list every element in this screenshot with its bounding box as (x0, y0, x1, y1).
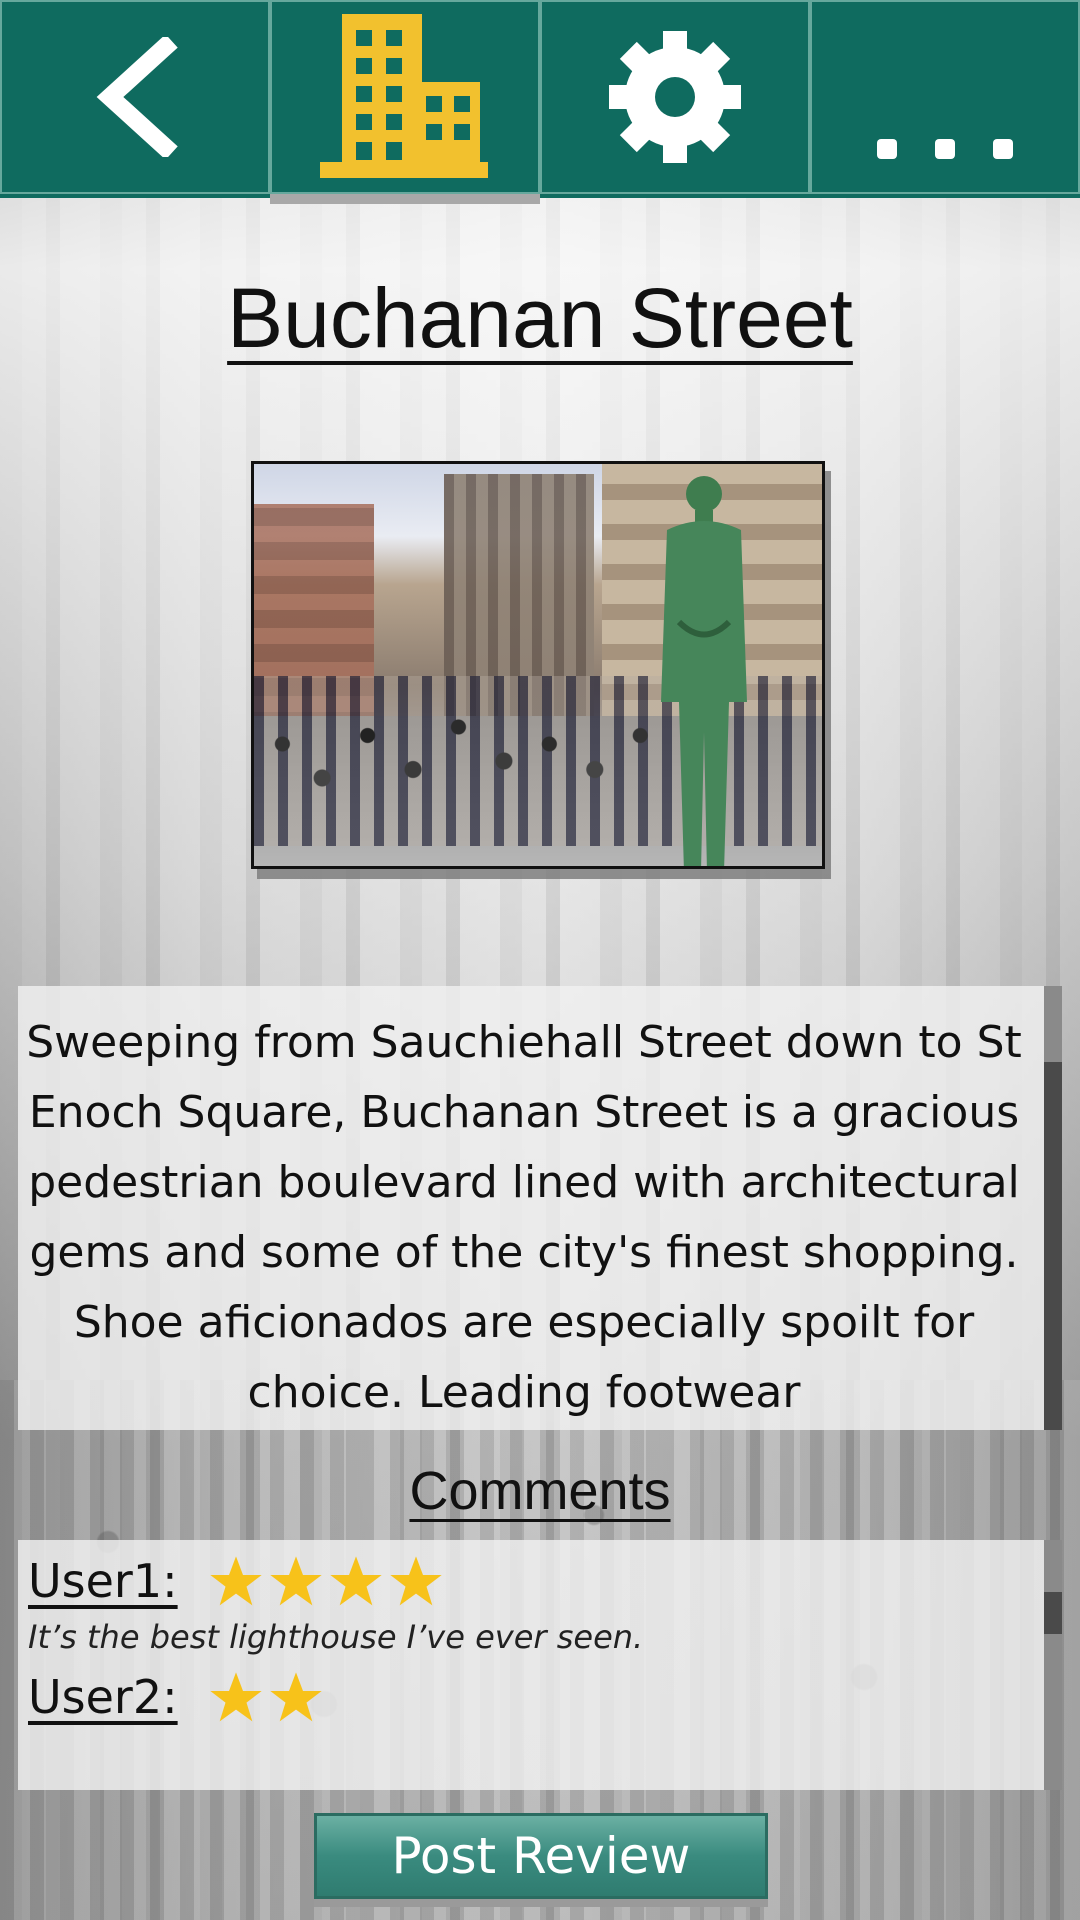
comment-item: User2: (18, 1656, 1062, 1776)
star-icon (330, 1556, 382, 1606)
comment-user[interactable]: User2: (28, 1670, 178, 1724)
comment-user[interactable]: User1: (28, 1554, 178, 1608)
more-dots-icon (877, 139, 1013, 159)
comments-heading: Comments (409, 1461, 671, 1521)
star-icon (210, 1556, 262, 1606)
building-icon (320, 14, 488, 178)
description-scrollbar[interactable] (1044, 986, 1062, 1430)
description-panel[interactable]: Sweeping from Sauchiehall Street down to… (18, 986, 1062, 1430)
star-icon (390, 1556, 442, 1606)
place-photo (251, 461, 825, 869)
more-tab[interactable] (810, 0, 1080, 194)
star-icon (210, 1672, 262, 1722)
comment-text: It’s the best lighthouse I’ve ever seen. (28, 1618, 644, 1656)
photo-statue (661, 476, 747, 866)
rating-stars (208, 1554, 444, 1610)
description-text: Sweeping from Sauchiehall Street down to… (26, 1017, 1022, 1418)
comments-panel[interactable]: User1: It’s the best lighthouse I’ve eve… (18, 1540, 1062, 1790)
comment-item: User1: It’s the best lighthouse I’ve eve… (18, 1540, 1062, 1656)
comments-scrollbar[interactable] (1044, 1540, 1062, 1790)
description-scrollbar-thumb[interactable] (1044, 1062, 1062, 1430)
star-icon (270, 1672, 322, 1722)
page-title-wrap: Buchanan Street (0, 270, 1080, 367)
buildings-tab[interactable] (270, 0, 540, 204)
post-review-button[interactable]: Post Review (314, 1813, 768, 1899)
gear-icon (609, 31, 741, 163)
back-tab[interactable] (0, 0, 270, 194)
comments-scrollbar-thumb[interactable] (1044, 1592, 1062, 1634)
back-arrow-icon (96, 37, 178, 157)
rating-stars (208, 1670, 324, 1726)
top-nav-bar (0, 0, 1080, 204)
comments-heading-wrap: Comments (0, 1460, 1080, 1522)
page-title: Buchanan Street (227, 271, 853, 365)
star-icon (270, 1556, 322, 1606)
settings-tab[interactable] (540, 0, 810, 194)
